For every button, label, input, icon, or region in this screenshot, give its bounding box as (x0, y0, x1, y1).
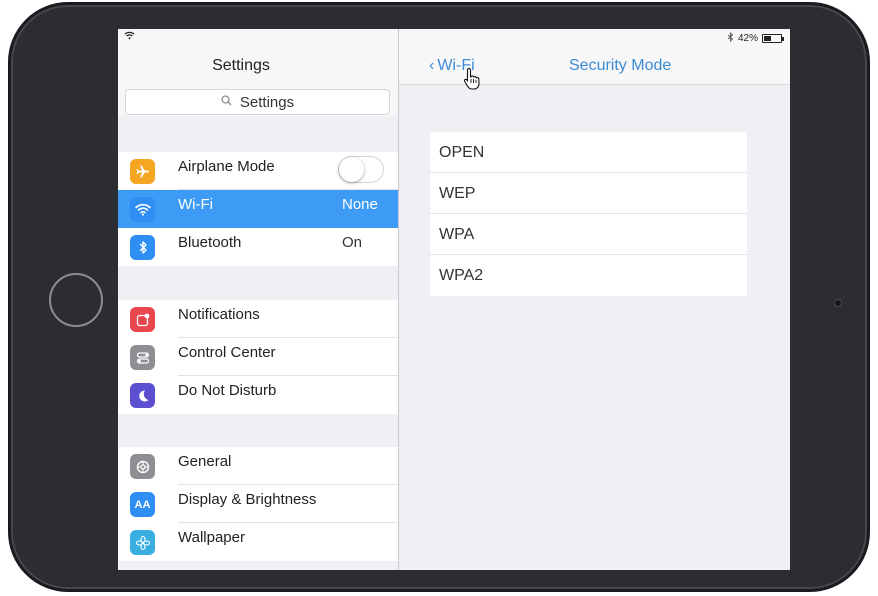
moon-icon (130, 383, 155, 408)
sidebar-item-label: Display & Brightness (178, 491, 317, 508)
control-center-icon (130, 345, 155, 370)
security-mode-pane: ‹ Wi-Fi Security Mode OPEN WEP WPA WPA2 (399, 29, 790, 570)
display-icon: AA (130, 492, 155, 517)
settings-group-notifications: Notifications Control Center Do Not Dist… (118, 300, 398, 414)
battery-percent: 42% (737, 33, 758, 44)
security-option-wpa[interactable]: WPA (430, 214, 747, 255)
bluetooth-status-value: On (342, 234, 363, 251)
security-option-wep[interactable]: WEP (430, 173, 747, 214)
bluetooth-icon (727, 31, 734, 45)
status-right-group: 42% (727, 31, 784, 45)
security-option-wpa2[interactable]: WPA2 (430, 255, 747, 296)
status-bar: 42% (118, 29, 790, 47)
chevron-left-icon: ‹ (429, 57, 435, 74)
search-icon (221, 95, 232, 109)
airplane-mode-toggle[interactable] (338, 156, 384, 183)
airplane-icon (130, 159, 155, 184)
search-placeholder: Settings (239, 93, 295, 111)
sidebar-item-control-center[interactable]: Control Center (118, 338, 398, 376)
sidebar-item-airplane-mode[interactable]: Airplane Mode (118, 152, 398, 190)
camera-icon (834, 299, 842, 307)
hand-cursor-icon (463, 67, 480, 90)
search-input[interactable]: Settings (125, 89, 390, 115)
sidebar-item-label: Notifications (178, 306, 260, 323)
bluetooth-icon (130, 235, 155, 260)
sidebar-item-do-not-disturb[interactable]: Do Not Disturb (118, 376, 398, 414)
sidebar-item-wallpaper[interactable]: Wallpaper (118, 523, 398, 561)
battery-icon (762, 34, 784, 43)
wifi-status-value: None (342, 196, 378, 213)
settings-group-general: General AA Display & Brightness Wallpape… (118, 447, 398, 561)
sidebar-item-display-brightness[interactable]: AA Display & Brightness (118, 485, 398, 523)
sidebar-item-label: Wallpaper (178, 529, 245, 546)
sidebar-item-general[interactable]: General (118, 447, 398, 485)
notifications-icon (130, 307, 155, 332)
sidebar-item-label: Bluetooth (178, 234, 242, 251)
security-mode-list: OPEN WEP WPA WPA2 (430, 132, 747, 296)
settings-group-connectivity: Airplane Mode Wi-Fi None Bluetooth On (118, 152, 398, 266)
sidebar-item-label: Airplane Mode (178, 158, 275, 175)
screen: Settings Settings Airplane Mode Wi-Fi No… (118, 29, 790, 570)
sidebar-item-wifi[interactable]: Wi-Fi None (118, 190, 398, 228)
sidebar-item-notifications[interactable]: Notifications (118, 300, 398, 338)
gear-icon (130, 454, 155, 479)
wallpaper-icon (130, 530, 155, 555)
sidebar-item-label: Do Not Disturb (178, 382, 277, 399)
sidebar-item-bluetooth[interactable]: Bluetooth On (118, 228, 398, 266)
security-option-open[interactable]: OPEN (430, 132, 747, 173)
wifi-icon (130, 197, 155, 222)
settings-sidebar: Settings Settings Airplane Mode Wi-Fi No… (118, 29, 398, 570)
home-button[interactable] (49, 273, 103, 327)
page-title: Security Mode (569, 57, 672, 74)
sidebar-item-label: Wi-Fi (178, 196, 213, 213)
sidebar-item-label: General (178, 453, 232, 470)
wifi-icon (124, 31, 135, 43)
sidebar-item-label: Control Center (178, 344, 276, 361)
sidebar-title: Settings (212, 57, 270, 74)
